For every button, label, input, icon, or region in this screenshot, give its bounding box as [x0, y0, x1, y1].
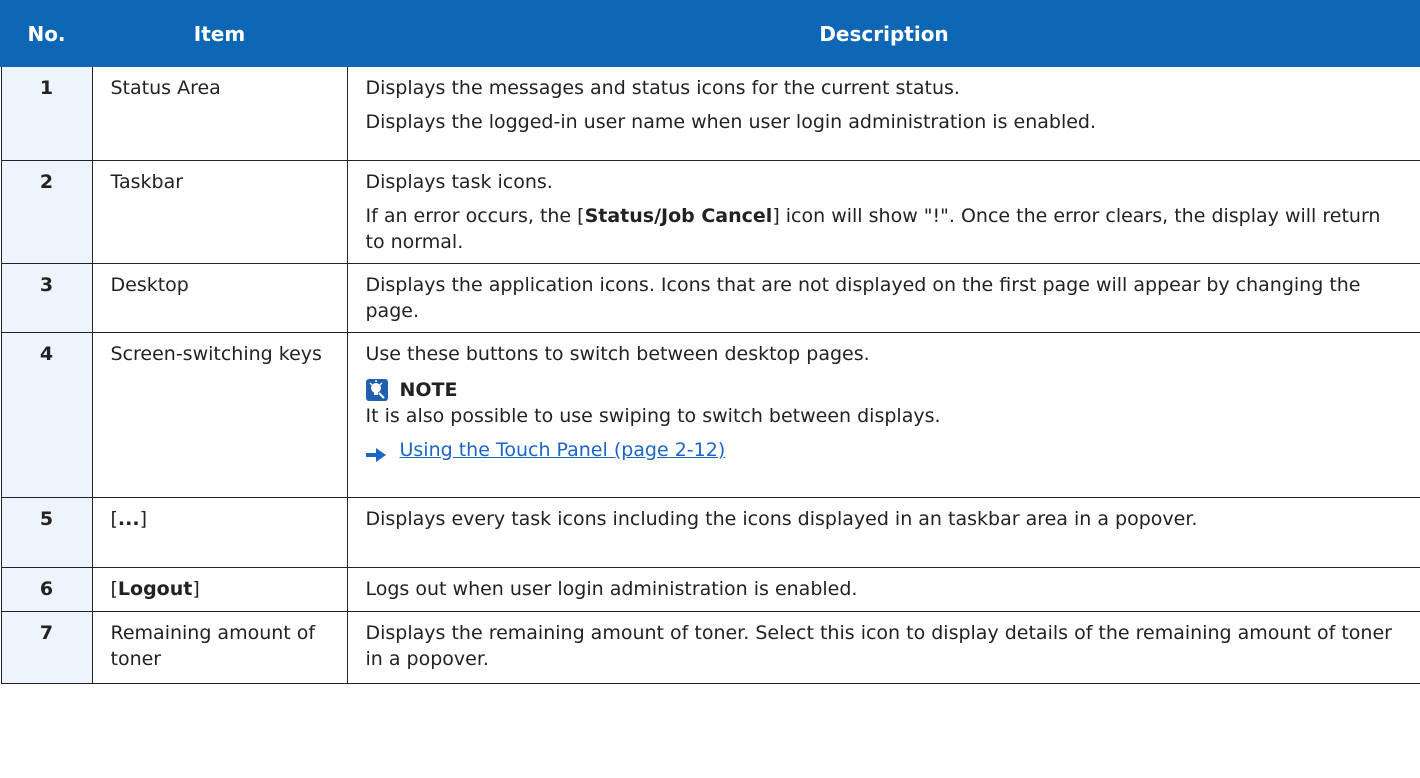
note-text: It is also possible to use swiping to sw… [365, 404, 941, 427]
lightbulb-note-icon [365, 378, 388, 401]
row-description: Displays every task icons including the … [346, 496, 1420, 568]
description-text: Logs out when user login administration … [365, 577, 858, 600]
row-description: Displays the messages and status icons f… [346, 65, 1420, 161]
arrow-right-icon [365, 443, 386, 462]
row-number: 5 [0, 496, 93, 568]
table-row: 4 Screen-switching keys Use these button… [0, 331, 1420, 498]
touch-panel-link[interactable]: Using the Touch Panel (page 2-12) [400, 437, 726, 463]
row-item: Screen-switching keys [91, 331, 348, 498]
row-number: 6 [0, 566, 93, 612]
row-description: Use these buttons to switch between desk… [346, 331, 1420, 498]
table-row: 1 Status Area Displays the messages and … [0, 65, 1420, 161]
logout-key-label: Logout [117, 577, 193, 600]
row-item: Desktop [91, 262, 348, 333]
row-description: Displays the application icons. Icons th… [346, 262, 1420, 333]
description-text: Displays the messages and status icons f… [365, 77, 960, 99]
description-text: Displays the logged-in user name when us… [365, 111, 1097, 133]
table-row: 6 [Logout] Logs out when user login admi… [0, 566, 1420, 612]
description-text: Displays the remaining amount of toner. … [365, 621, 1392, 670]
table-row: 5 [...] Displays every task icons includ… [0, 496, 1420, 568]
row-item: [Logout] [91, 566, 348, 612]
note-label: NOTE [399, 378, 458, 401]
table-row: 2 Taskbar Displays task icons. If an err… [0, 159, 1420, 264]
row-number: 3 [0, 262, 93, 333]
more-key-label: ... [117, 507, 140, 530]
row-description: Logs out when user login administration … [346, 566, 1420, 612]
bracket-close: ] [139, 507, 147, 530]
bracket-open: [ [110, 577, 118, 600]
description-text: Displays the application icons. Icons th… [365, 273, 1361, 322]
description-text-prefix: If an error occurs, the [ [365, 204, 585, 227]
row-item: Taskbar [91, 159, 348, 264]
row-description: Displays task icons. If an error occurs,… [346, 159, 1420, 264]
header-description: Description [346, 0, 1420, 67]
row-item: Remaining amount of toner [91, 610, 348, 684]
status-job-cancel-key-label: Status/Job Cancel [584, 204, 773, 227]
row-number: 1 [0, 65, 93, 161]
description-text: Use these buttons to switch between desk… [365, 342, 870, 365]
note-heading: NOTE [365, 377, 1405, 403]
table-row: 3 Desktop Displays the application icons… [0, 262, 1420, 333]
reference-link-line: Using the Touch Panel (page 2-12) [365, 437, 1405, 463]
row-number: 2 [0, 159, 93, 264]
row-number: 7 [0, 610, 93, 684]
row-description: Displays the remaining amount of toner. … [346, 610, 1420, 684]
header-no: No. [0, 0, 93, 67]
description-table: No. Item Description 1 Status Area Displ… [0, 0, 1420, 684]
bracket-close: ] [192, 577, 200, 600]
row-item: Status Area [91, 65, 348, 161]
bracket-open: [ [110, 507, 118, 530]
description-text: If an error occurs, the [Status/Job Canc… [366, 203, 1405, 255]
row-item: [...] [91, 496, 348, 568]
header-item: Item [91, 0, 348, 67]
description-text: Displays task icons. [365, 170, 553, 193]
description-text: Displays every task icons including the … [365, 507, 1198, 530]
row-number: 4 [0, 331, 93, 498]
table-header-row: No. Item Description [0, 0, 1420, 67]
table-row: 7 Remaining amount of toner Displays the… [0, 610, 1420, 684]
